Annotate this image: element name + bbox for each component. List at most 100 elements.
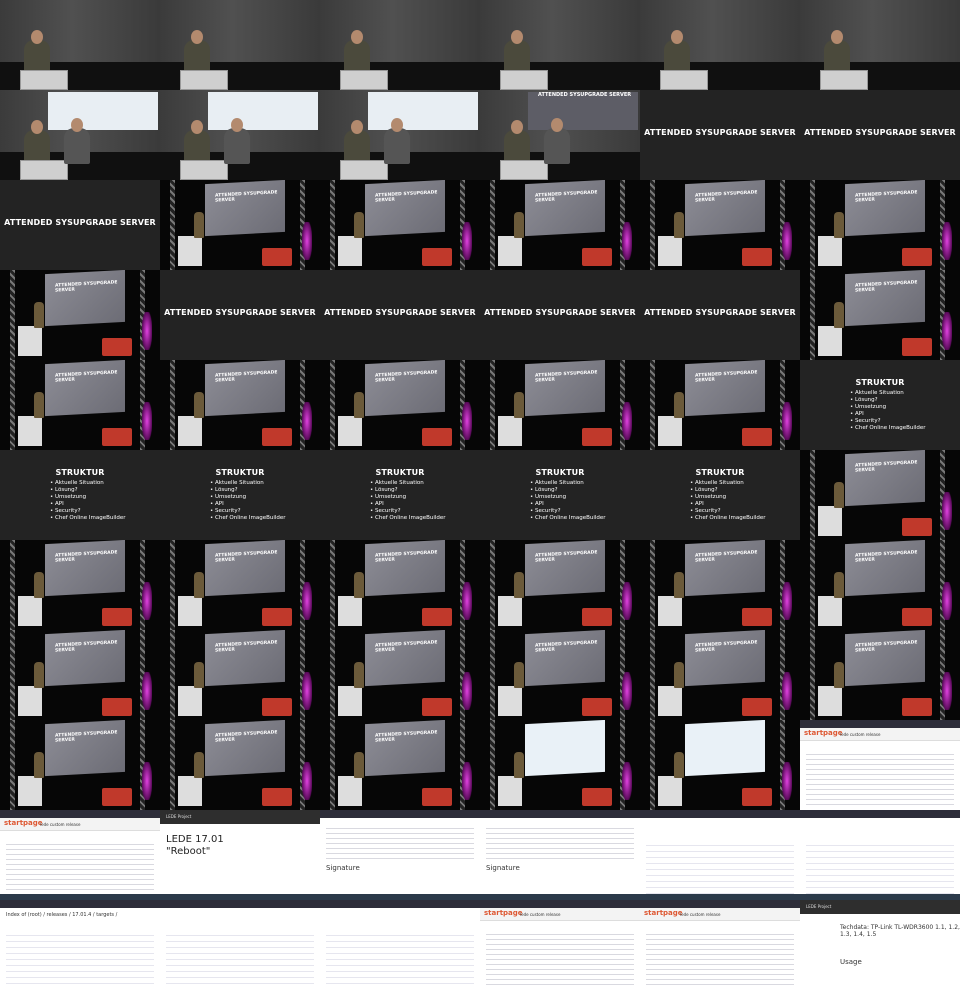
projected-title: ATTENDED SYSUPGRADE SERVER <box>695 190 758 204</box>
speaker <box>194 572 204 598</box>
frame-dark-stage <box>480 720 640 810</box>
lectern <box>338 776 362 806</box>
slide-title: STRUKTUR <box>855 378 905 387</box>
speaker <box>194 752 204 778</box>
lectern <box>338 416 362 446</box>
projection-screen <box>525 720 605 777</box>
slide-title: STRUKTUR <box>695 468 745 477</box>
struktur-item: Chef Online ImageBuilder <box>690 515 766 522</box>
slide-title: ATTENDED SYSUPGRADE SERVER <box>644 308 796 317</box>
lectern <box>18 326 42 356</box>
red-speaker-box <box>262 698 292 716</box>
frame-dark-stage: ATTENDED SYSUPGRADE SERVER <box>0 630 160 720</box>
podium <box>180 160 228 180</box>
red-speaker-box <box>742 608 772 626</box>
projection-screen <box>685 720 765 777</box>
truss-left <box>330 180 335 270</box>
frame-dark-stage: ATTENDED SYSUPGRADE SERVER <box>0 270 160 360</box>
text-lines <box>326 824 474 860</box>
file-list <box>646 840 794 896</box>
frame-dark-stage: ATTENDED SYSUPGRADE SERVER <box>800 450 960 540</box>
frame-dark-stage: ATTENDED SYSUPGRADE SERVER <box>800 270 960 360</box>
frame-dark-stage: ATTENDED SYSUPGRADE SERVER <box>640 540 800 630</box>
truss-left <box>170 720 175 810</box>
lectern <box>178 686 202 716</box>
red-speaker-box <box>262 428 292 446</box>
projection-screen: ATTENDED SYSUPGRADE SERVER <box>845 180 925 237</box>
speaker <box>674 392 684 418</box>
speaker-head <box>351 120 363 134</box>
second-person <box>384 128 410 164</box>
projection-screen: ATTENDED SYSUPGRADE SERVER <box>205 180 285 237</box>
red-speaker-box <box>582 698 612 716</box>
projection-screen: ATTENDED SYSUPGRADE SERVER <box>845 540 925 597</box>
search-query: lede custom release <box>840 732 881 737</box>
podium <box>500 70 548 90</box>
speaker <box>514 392 524 418</box>
projected-title: ATTENDED SYSUPGRADE SERVER <box>55 730 118 744</box>
browser-bar <box>480 810 640 818</box>
pink-light <box>462 222 472 260</box>
lectern <box>498 416 522 446</box>
struktur-item: Lösung? <box>690 487 766 494</box>
search-query: lede custom release <box>40 822 81 827</box>
podium <box>20 70 68 90</box>
slide-title: STRUKTUR <box>55 468 105 477</box>
projected-title: ATTENDED SYSUPGRADE SERVER <box>375 730 438 744</box>
truss-left <box>490 630 495 720</box>
speaker <box>354 392 364 418</box>
speaker <box>194 212 204 238</box>
frame-dark-stage: ATTENDED SYSUPGRADE SERVER <box>320 180 480 270</box>
slide-title: ATTENDED SYSUPGRADE SERVER <box>164 308 316 317</box>
struktur-item: Aktuelle Situation <box>690 480 766 487</box>
projected-title: ATTENDED SYSUPGRADE SERVER <box>215 370 278 384</box>
truss-left <box>810 270 815 360</box>
frame-browser <box>800 810 960 900</box>
red-speaker-box <box>582 428 612 446</box>
lectern <box>498 236 522 266</box>
speaker <box>354 752 364 778</box>
red-speaker-box <box>422 428 452 446</box>
projected-title: ATTENDED SYSUPGRADE SERVER <box>375 190 438 204</box>
speaker <box>34 752 44 778</box>
red-speaker-box <box>902 698 932 716</box>
pink-light <box>462 672 472 710</box>
truss-left <box>810 540 815 630</box>
lede-project-label: LEDE Project <box>806 904 832 909</box>
frame-dark-stage: ATTENDED SYSUPGRADE SERVER <box>320 540 480 630</box>
speaker <box>514 572 524 598</box>
slide-title: ATTENDED SYSUPGRADE SERVER <box>804 128 956 137</box>
second-person <box>64 128 90 164</box>
slide-struktur: STRUKTUR Aktuelle SituationLösung?Umsetzu… <box>320 450 480 540</box>
red-speaker-box <box>422 248 452 266</box>
speaker <box>194 392 204 418</box>
truss-left <box>10 270 15 360</box>
struktur-item: API <box>690 501 766 508</box>
lectern <box>18 596 42 626</box>
pink-light <box>782 762 792 800</box>
red-speaker-box <box>262 788 292 806</box>
truss-left <box>10 540 15 630</box>
frame-browser <box>160 900 320 990</box>
struktur-item: Lösung? <box>370 487 446 494</box>
struktur-list: Aktuelle SituationLösung?UmsetzungAPISec… <box>50 480 126 522</box>
struktur-item: Lösung? <box>850 397 926 404</box>
frame-dark-stage: ATTENDED SYSUPGRADE SERVER <box>0 540 160 630</box>
browser-bar <box>480 900 640 908</box>
projection-screen: ATTENDED SYSUPGRADE SERVER <box>365 360 445 417</box>
index-title: Index of (root) / releases / 17.01.4 / t… <box>6 912 118 918</box>
pink-light <box>302 582 312 620</box>
truss-left <box>330 540 335 630</box>
frame-browser: LEDE Project LEDE 17.01 "Reboot" <box>160 810 320 900</box>
pink-light <box>942 312 952 350</box>
lectern <box>818 596 842 626</box>
red-speaker-box <box>902 338 932 356</box>
projected-title: ATTENDED SYSUPGRADE SERVER <box>55 550 118 564</box>
frame-dark-stage: ATTENDED SYSUPGRADE SERVER <box>320 630 480 720</box>
slide-frame: ATTENDED SYSUPGRADE SERVER <box>0 180 160 270</box>
browser-bar <box>800 720 960 728</box>
projection-screen: ATTENDED SYSUPGRADE SERVER <box>205 720 285 777</box>
frame-dark-stage: ATTENDED SYSUPGRADE SERVER <box>320 360 480 450</box>
speaker <box>34 302 44 328</box>
projected-title: ATTENDED SYSUPGRADE SERVER <box>538 92 632 98</box>
